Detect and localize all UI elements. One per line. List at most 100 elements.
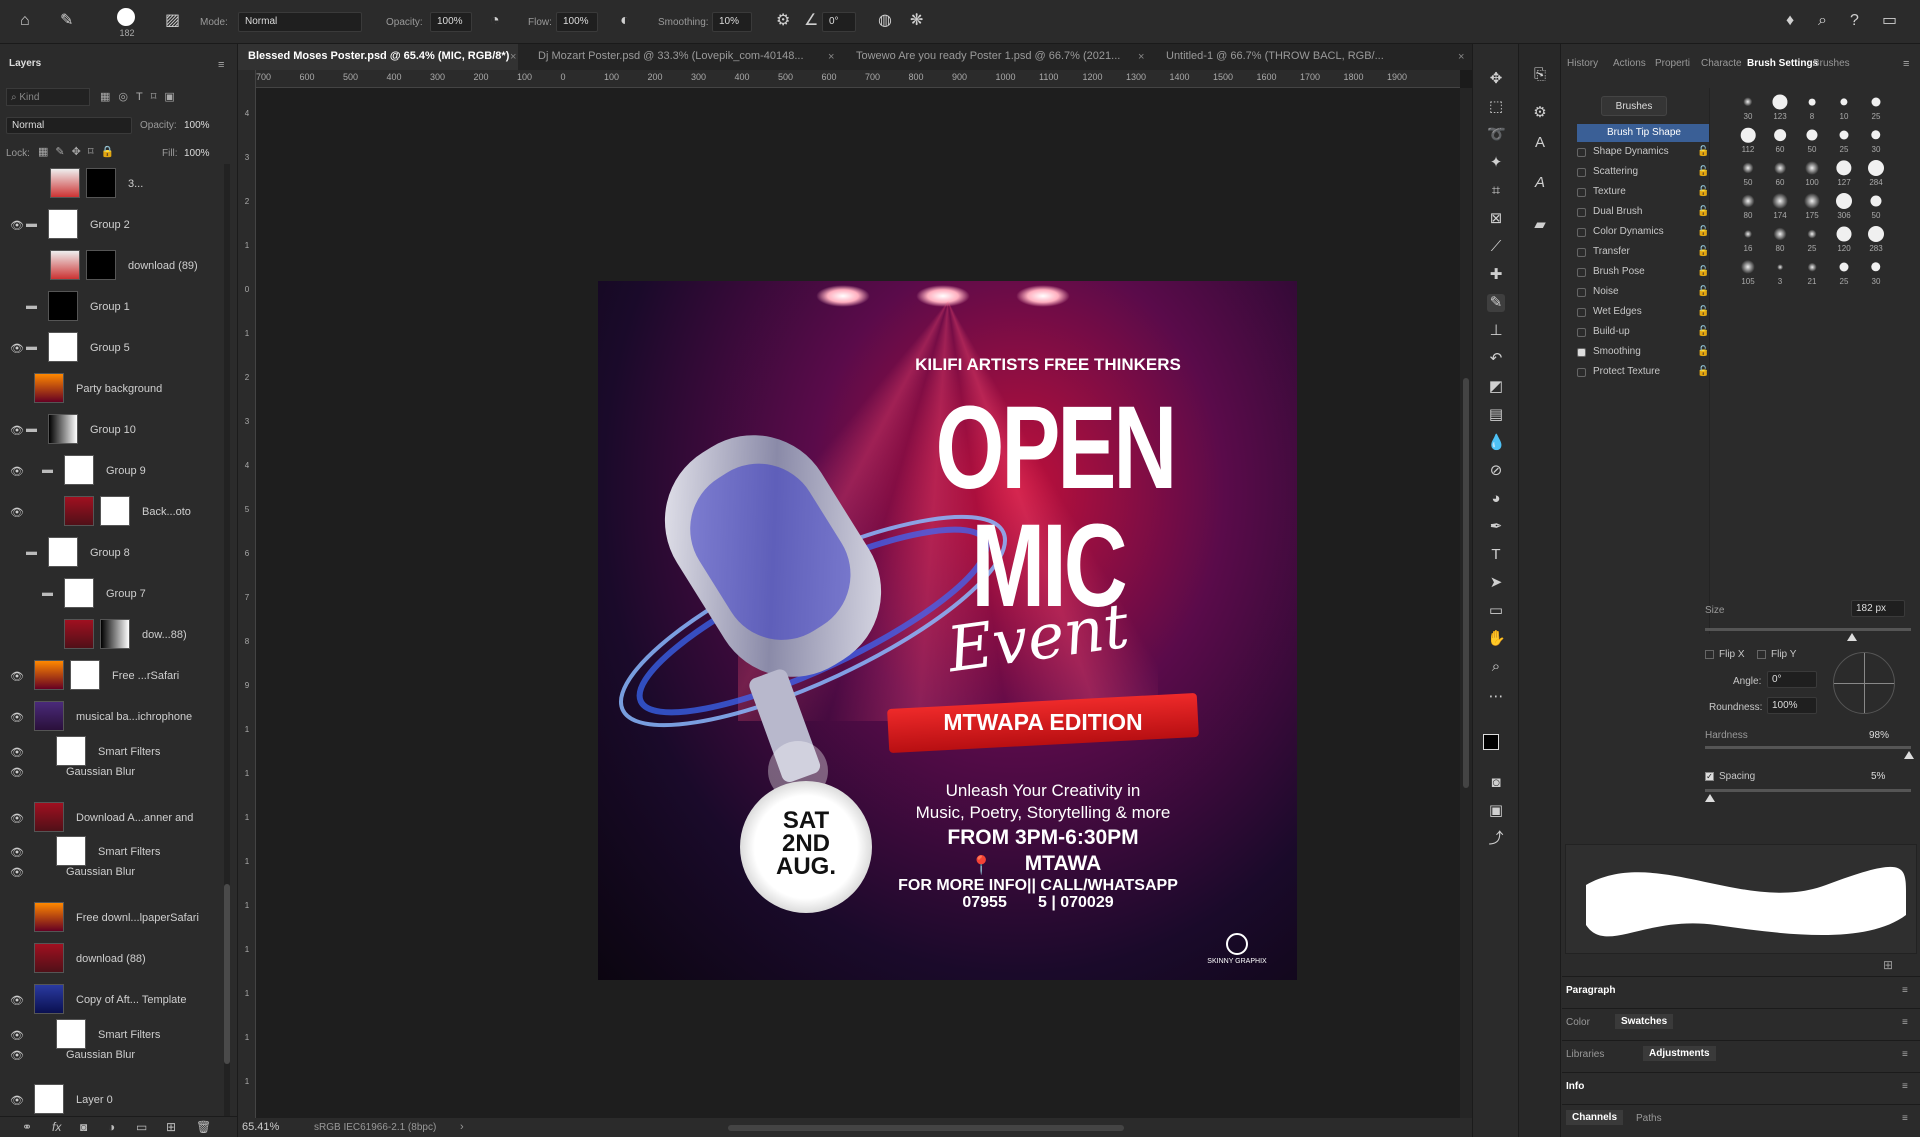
frame-tool-icon[interactable]: ⊠ — [1487, 210, 1505, 228]
brush-option-item[interactable]: Wet Edges 🔓 — [1577, 304, 1709, 322]
mode-select[interactable]: Normal — [238, 12, 362, 32]
panel-tab[interactable]: History — [1567, 58, 1598, 69]
new-layer-icon[interactable]: ⊞ — [166, 1120, 176, 1134]
layer-mask-thumbnail[interactable] — [86, 250, 116, 280]
panel-menu-icon[interactable]: ≡ — [218, 59, 224, 71]
option-checkbox[interactable] — [1577, 328, 1586, 337]
panel-tab[interactable]: Info — [1566, 1081, 1584, 1092]
layer-row[interactable]: 👁 Copy of Aft... Template — [0, 980, 222, 1015]
flow-field[interactable]: 100% — [556, 12, 598, 32]
option-checkbox[interactable] — [1577, 168, 1586, 177]
visibility-eye-icon[interactable]: 👁 — [10, 465, 24, 478]
brush-option-item[interactable]: Texture 🔓 — [1577, 184, 1709, 202]
angle-field[interactable]: 0° — [822, 12, 856, 32]
layer-row[interactable]: ▬ Group 7 — [0, 574, 222, 615]
spacing-slider-thumb[interactable] — [1705, 794, 1715, 802]
sponge-tool-icon[interactable]: ◕ — [1487, 490, 1505, 508]
layer-row[interactable]: Free downl...lpaperSafari — [0, 898, 222, 939]
layer-opacity-value[interactable]: 100% — [184, 120, 210, 131]
search-icon[interactable]: ⌕ — [1818, 13, 1827, 29]
layer-row[interactable]: 👁 musical ba...ichrophone — [0, 697, 222, 732]
visibility-eye-icon[interactable]: 👁 — [10, 424, 24, 437]
lasso-tool-icon[interactable]: ➰ — [1487, 126, 1506, 144]
lock-icon[interactable]: 🔓 — [1697, 206, 1709, 218]
adjustment-layer-icon[interactable]: ◑ — [108, 1120, 115, 1134]
collapsed-panel-bar[interactable]: Info ≡ — [1562, 1072, 1920, 1098]
pressure-opacity-icon[interactable]: ◔ — [490, 13, 500, 29]
visibility-eye-icon[interactable]: 👁 — [10, 506, 24, 519]
option-checkbox[interactable] — [1577, 248, 1586, 257]
layer-row[interactable]: 👁 ▬ Group 2 — [0, 205, 222, 246]
panel-menu-icon[interactable]: ≡ — [1902, 1049, 1908, 1060]
lock-icon[interactable]: 🔓 — [1697, 326, 1709, 338]
pressure-size-icon[interactable]: ◍ — [878, 13, 892, 29]
layer-row[interactable]: 3... — [0, 164, 222, 205]
layer-row[interactable]: ▬ Group 8 — [0, 533, 222, 574]
flip-y-checkbox[interactable] — [1757, 650, 1766, 659]
layer-row[interactable]: dow...88) — [0, 615, 222, 656]
visibility-eye-icon[interactable]: 👁 — [10, 1094, 24, 1107]
panel-menu-icon[interactable]: ≡ — [1903, 58, 1909, 70]
rectangle-tool-icon[interactable]: ▭ — [1487, 602, 1505, 620]
layer-row[interactable]: 👁 Gaussian Blur — [0, 860, 222, 898]
visibility-eye-icon[interactable]: 👁 — [10, 711, 24, 724]
filter-type-icons[interactable]: ▦◎T⌑▣ — [100, 90, 183, 103]
collapsed-panel-bar[interactable]: Libraries Adjustments ≡ — [1562, 1040, 1920, 1066]
panel-tab[interactable]: Color — [1566, 1017, 1590, 1028]
visibility-eye-icon[interactable]: 👁 — [10, 219, 24, 232]
layer-row[interactable]: 👁 ▬ Group 5 — [0, 328, 222, 369]
spacing-value[interactable]: 5% — [1871, 771, 1885, 782]
angle-roundness-widget[interactable] — [1833, 652, 1895, 714]
option-checkbox[interactable] — [1577, 148, 1586, 157]
lock-icon[interactable]: 🔓 — [1697, 246, 1709, 258]
brushes-button[interactable]: Brushes — [1601, 96, 1667, 116]
crop-tool-icon[interactable]: ⌗ — [1487, 182, 1505, 200]
panel-tab[interactable]: Characte — [1701, 58, 1742, 69]
option-checkbox[interactable] — [1577, 368, 1586, 377]
close-tab-icon[interactable]: × — [1458, 51, 1464, 63]
opacity-field[interactable]: 100% — [430, 12, 472, 32]
panel-tab[interactable]: Libraries — [1566, 1049, 1604, 1060]
brush-option-item[interactable]: Shape Dynamics 🔓 — [1577, 144, 1709, 162]
blur-tool-icon[interactable]: 💧 — [1487, 434, 1506, 452]
lock-icon[interactable]: 🔓 — [1697, 186, 1709, 198]
size-slider-track[interactable] — [1705, 628, 1911, 631]
collapsed-panel-bar[interactable]: Color Swatches ≡ — [1562, 1008, 1920, 1034]
brush-option-item[interactable]: Smoothing 🔓 — [1577, 344, 1709, 362]
fill-value[interactable]: 100% — [184, 148, 210, 159]
airbrush-icon[interactable]: ◐ — [620, 13, 630, 29]
option-checkbox[interactable] — [1577, 308, 1586, 317]
option-checkbox[interactable] — [1577, 228, 1586, 237]
layer-row[interactable]: 👁 Smart Filters — [0, 732, 222, 766]
visibility-eye-icon[interactable]: 👁 — [10, 812, 24, 825]
brush-tool-preset-icon[interactable]: ✎ — [60, 13, 73, 29]
panel-menu-icon[interactable]: ≡ — [1902, 1017, 1908, 1028]
layer-mask-thumbnail[interactable] — [100, 496, 130, 526]
collapsed-panel-bar[interactable]: Paragraph ≡ — [1562, 976, 1920, 1002]
eraser-tool-icon[interactable]: ◩ — [1487, 378, 1505, 396]
poster-artwork[interactable]: KILIFI ARTISTS FREE THINKERS OPEN MIC Ev… — [598, 281, 1297, 980]
pen-tool-icon[interactable]: ✒ — [1487, 518, 1505, 536]
visibility-eye-icon[interactable]: 👁 — [10, 342, 24, 355]
stamp-tool-icon[interactable]: ⊥ — [1487, 322, 1505, 340]
hand-tool-icon[interactable]: ✋ — [1487, 630, 1506, 648]
lock-icons[interactable]: ▦✎✥⌑🔒 — [38, 145, 121, 158]
brush-option-item[interactable]: Color Dynamics 🔓 — [1577, 224, 1709, 242]
panel-menu-icon[interactable]: ≡ — [1902, 985, 1908, 996]
hardness-value[interactable]: 98% — [1869, 730, 1889, 741]
brush-tip-shape-item[interactable]: Brush Tip Shape — [1577, 124, 1709, 142]
panel-menu-icon[interactable]: ≡ — [1902, 1113, 1908, 1124]
panel-menu-icon[interactable]: ≡ — [1902, 1081, 1908, 1092]
brush-settings-toggle-icon[interactable]: ▨ — [165, 13, 180, 29]
visibility-eye-icon[interactable]: 👁 — [10, 846, 24, 859]
create-new-brush-icon[interactable]: ⊞ — [1883, 958, 1893, 972]
lock-icon[interactable]: 🔓 — [1697, 226, 1709, 238]
lock-icon[interactable]: 🔓 — [1697, 166, 1709, 178]
layer-row[interactable]: 👁 Back...oto — [0, 492, 222, 533]
lock-icon[interactable]: 🔓 — [1697, 366, 1709, 378]
option-checkbox[interactable] — [1577, 268, 1586, 277]
document-tab[interactable]: Untitled-1 @ 66.7% (THROW BACL, RGB/... — [1156, 44, 1466, 70]
new-group-icon[interactable]: ▭ — [136, 1120, 147, 1134]
panel-tab[interactable]: Adjustments — [1643, 1046, 1716, 1061]
delete-layer-icon[interactable]: 🗑 — [196, 1120, 211, 1134]
